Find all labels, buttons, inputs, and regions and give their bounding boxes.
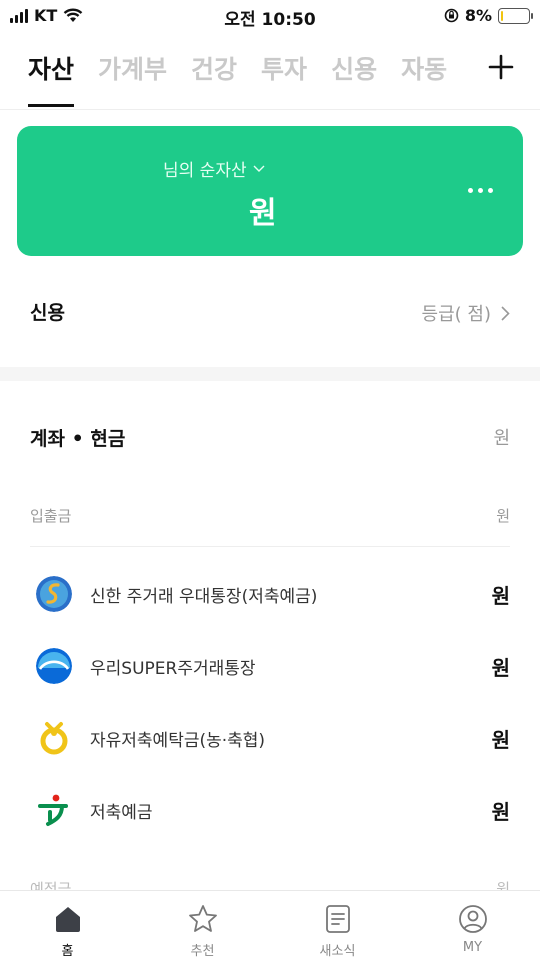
tab-3[interactable]: 투자: [261, 50, 307, 107]
deposit-withdrawal-total: 원: [496, 507, 510, 525]
nav-home[interactable]: 홈: [0, 891, 135, 961]
woori-logo: [36, 648, 72, 684]
battery-percent: 8%: [464, 6, 492, 25]
credit-grade: 등급( 점): [421, 304, 491, 325]
net-asset-amount: 원: [249, 196, 277, 231]
net-asset-title-text: 님의 순자산: [163, 161, 247, 181]
profile-icon: [458, 905, 487, 933]
tab-1[interactable]: 가계부: [98, 50, 167, 107]
bottom-navigation: 홈 추천 새소식 MY: [0, 890, 540, 961]
plus-icon[interactable]: [488, 54, 514, 80]
nav-news-label: 새소식: [319, 944, 356, 959]
home-icon: [55, 907, 80, 932]
net-asset-title[interactable]: 님의 순자산: [163, 156, 265, 181]
nav-news[interactable]: 새소식: [270, 891, 405, 961]
credit-row[interactable]: 신용 등급( 점): [0, 280, 540, 340]
account-name: 신한 주거래 우대통장(저축예금): [90, 587, 318, 607]
account-item[interactable]: 신한 주거래 우대통장(저축예금) 원: [0, 558, 540, 630]
nonghyup-coop-logo: [40, 722, 68, 755]
nav-recommend[interactable]: 추천: [135, 891, 270, 961]
account-amount: 원: [491, 800, 510, 824]
nonghyup-logo: [38, 794, 68, 826]
account-amount: 원: [491, 728, 510, 752]
battery-icon: [498, 7, 533, 24]
nav-recommend-label: 추천: [190, 944, 215, 959]
deposit-withdrawal-label: 입출금: [30, 507, 72, 525]
tab-4[interactable]: 신용: [331, 50, 377, 107]
accounts-header-total: 원: [493, 428, 510, 449]
account-name: 저축예금: [90, 803, 153, 823]
net-asset-card[interactable]: 님의 순자산 원: [17, 126, 523, 256]
star-icon: [188, 905, 217, 932]
account-item[interactable]: 저축예금 원: [0, 774, 540, 846]
nav-my-label: MY: [462, 940, 483, 955]
deposit-withdrawal-header: 입출금 원: [30, 505, 510, 547]
account-item[interactable]: 자유저축예탁금(농·축협) 원: [0, 702, 540, 774]
nav-my[interactable]: MY: [405, 891, 540, 961]
accounts-header[interactable]: 계좌 • 현금 원: [30, 424, 510, 451]
chevron-right-icon: [501, 305, 510, 321]
nav-home-label: 홈: [61, 944, 74, 959]
rotation-lock-icon: [444, 8, 459, 23]
tab-2[interactable]: 건강: [191, 50, 237, 107]
account-list: 신한 주거래 우대통장(저축예금) 원 우리SUPER주거래통장 원 자유저축예…: [0, 558, 540, 846]
credit-label: 신용: [30, 302, 65, 324]
account-item[interactable]: 우리SUPER주거래통장 원: [0, 630, 540, 702]
accounts-header-label: 계좌 • 현금: [30, 428, 126, 450]
shinhan-logo: [36, 576, 72, 612]
account-name: 우리SUPER주거래통장: [90, 659, 256, 679]
account-amount: 원: [491, 584, 510, 608]
chevron-down-icon: [253, 165, 265, 172]
more-icon[interactable]: [468, 188, 493, 193]
account-name: 자유저축예탁금(농·축협): [90, 731, 266, 751]
status-bar: KT 오전 10:50 8%: [0, 0, 540, 32]
tab-0[interactable]: 자산: [28, 50, 75, 107]
account-amount: 원: [491, 656, 510, 680]
section-divider: [0, 367, 540, 381]
document-icon: [325, 905, 350, 933]
top-tab-bar: 자산 가계부 건강 투자 신용 자동: [0, 40, 540, 110]
